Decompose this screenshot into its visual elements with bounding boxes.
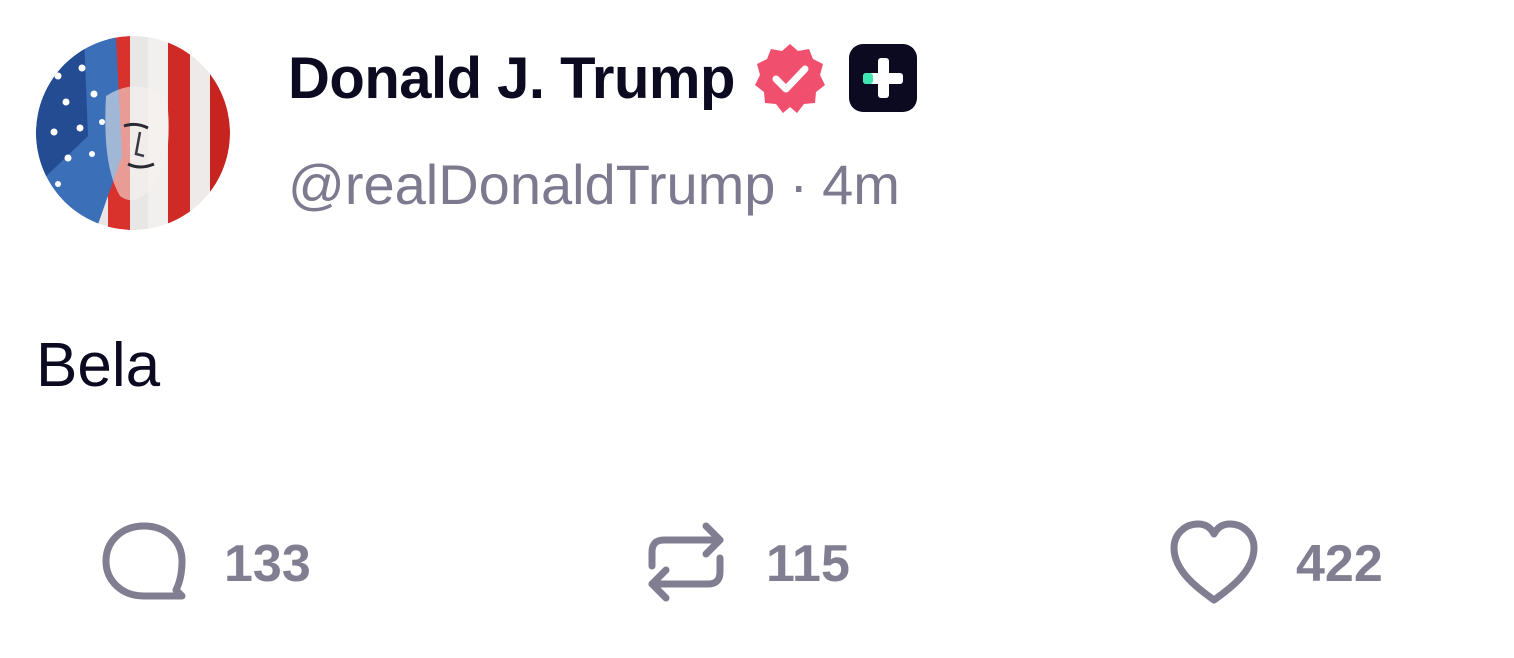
author-display-name[interactable]: Donald J. Trump — [288, 45, 735, 112]
avatar[interactable] — [36, 36, 230, 230]
author-meta: @realDonaldTrump · 4m — [288, 152, 900, 217]
post-card: Donald J. Trump @realDonaldTrump · 4m Bela — [0, 0, 1514, 658]
like-count: 422 — [1296, 535, 1383, 593]
like-button[interactable]: 422 — [1166, 512, 1383, 616]
author-handle[interactable]: @realDonaldTrump — [288, 153, 775, 216]
heart-icon — [1166, 516, 1262, 613]
verified-badge-icon — [753, 41, 827, 115]
repost-count: 115 — [766, 535, 850, 593]
post-body-text: Bela — [36, 331, 161, 400]
avatar-image — [36, 36, 230, 230]
meta-separator: · — [789, 153, 809, 216]
reply-button[interactable]: 133 — [98, 512, 311, 616]
reply-count: 133 — [224, 535, 311, 593]
repost-icon — [640, 516, 732, 613]
author-name-row: Donald J. Trump — [288, 38, 917, 118]
plus-badge-icon — [848, 44, 917, 112]
post-actions: 133 115 422 — [0, 512, 1514, 616]
repost-button[interactable]: 115 — [640, 512, 850, 616]
reply-icon — [98, 516, 190, 613]
post-timestamp[interactable]: 4m — [822, 153, 900, 216]
